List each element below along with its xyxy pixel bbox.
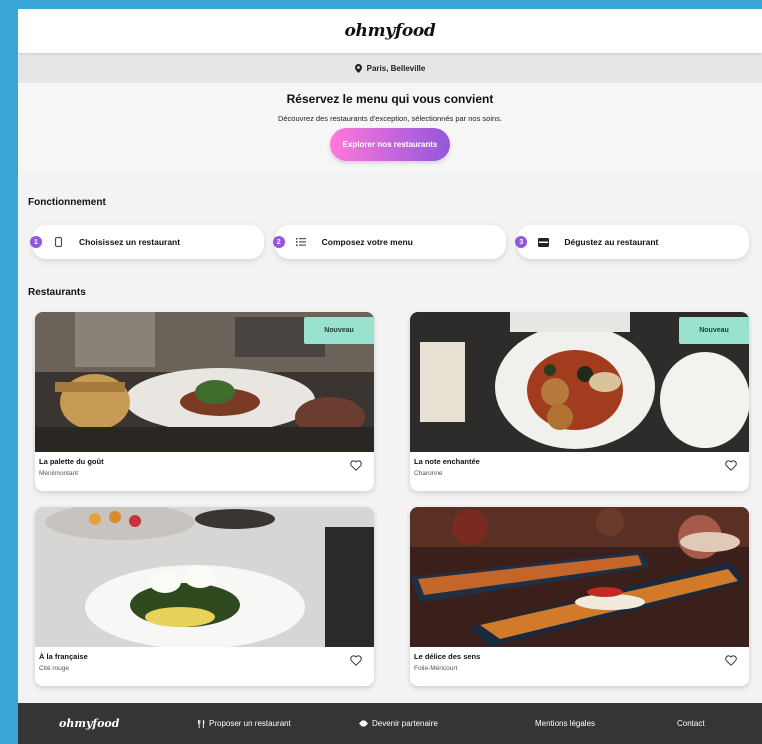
- restaurant-name: La note enchantée: [414, 457, 480, 466]
- restaurant-info: La note enchantée Charonne: [410, 452, 749, 482]
- restaurant-card[interactable]: À la française Cité rouge: [35, 507, 374, 686]
- heart-icon[interactable]: [725, 655, 737, 666]
- dish-icon: [537, 237, 549, 247]
- footer-link-label: Mentions légales: [535, 719, 596, 728]
- hero-title: Réservez le menu qui vous convient: [286, 92, 494, 106]
- restaurant-area: Ménilmontant: [39, 470, 79, 477]
- restaurant-photo: Nouveau: [35, 312, 374, 452]
- map-pin-icon: [354, 63, 362, 73]
- site-footer: ohmyfood Proposer un restaurant Devenir …: [18, 703, 762, 744]
- restaurant-card[interactable]: Le délice des sens Folie-Méricourt: [410, 507, 749, 686]
- restaurant-area: Folie-Méricourt: [414, 665, 458, 672]
- restaurant-photo: [410, 507, 749, 647]
- hero-section: Réservez le menu qui vous convient Décou…: [18, 83, 762, 173]
- list-icon: [295, 238, 307, 246]
- step-number: 3: [515, 236, 528, 248]
- step-number: 1: [30, 236, 42, 248]
- phone-icon: [52, 237, 64, 247]
- restaurant-photo: Nouveau: [410, 312, 749, 452]
- heart-icon[interactable]: [350, 460, 362, 471]
- footer-link-become-partner[interactable]: Devenir partenaire: [359, 719, 438, 728]
- restaurant-area: Charonne: [414, 470, 443, 477]
- location-bar: Paris, Belleville: [18, 53, 762, 83]
- how-it-works-title: Fonctionnement: [28, 197, 106, 208]
- footer-link-contact[interactable]: Contact: [677, 719, 705, 728]
- step-label: Choisissez un restaurant: [79, 237, 181, 247]
- restaurant-info: Le délice des sens Folie-Méricourt: [410, 647, 749, 677]
- site-header: ohmyfood: [18, 9, 762, 53]
- restaurants-section: Restaurants Nouveau La palette du goût M…: [18, 259, 762, 686]
- step-compose-menu: 2 Composez votre menu: [272, 225, 507, 259]
- step-label: Composez votre menu: [321, 237, 413, 247]
- footer-link-label: Contact: [677, 719, 705, 728]
- new-badge: Nouveau: [304, 317, 374, 344]
- heart-icon[interactable]: [350, 655, 362, 666]
- page: ohmyfood Paris, Belleville Réservez le m…: [18, 9, 762, 744]
- site-logo[interactable]: ohmyfood: [344, 21, 435, 41]
- explore-restaurants-button[interactable]: Explorer nos restaurants: [330, 128, 450, 161]
- new-badge: Nouveau: [679, 317, 749, 344]
- step-label: Dégustez au restaurant: [564, 237, 659, 247]
- restaurant-grid: Nouveau La palette du goût Ménilmontant: [18, 312, 762, 686]
- handshake-icon: [359, 720, 368, 727]
- heart-icon[interactable]: [725, 460, 737, 471]
- restaurant-area: Cité rouge: [39, 665, 69, 672]
- footer-link-legal-notice[interactable]: Mentions légales: [535, 719, 595, 728]
- location-text: Paris, Belleville: [366, 63, 426, 73]
- utensils-icon: [198, 719, 205, 728]
- footer-link-label: Devenir partenaire: [372, 719, 438, 728]
- how-it-works-section: Fonctionnement 1 Choisissez un restauran…: [18, 173, 762, 259]
- restaurants-title: Restaurants: [28, 287, 86, 298]
- footer-link-propose-restaurant[interactable]: Proposer un restaurant: [198, 719, 291, 728]
- restaurant-name: Le délice des sens: [414, 652, 481, 661]
- hero-subtitle: Découvrez des restaurants d'exception, s…: [277, 114, 503, 123]
- restaurant-name: À la française: [39, 652, 88, 661]
- footer-logo[interactable]: ohmyfood: [59, 717, 119, 730]
- restaurant-photo: [35, 507, 374, 647]
- restaurant-info: À la française Cité rouge: [35, 647, 374, 677]
- steps-list: 1 Choisissez un restaurant 2 Composez vo…: [18, 225, 762, 259]
- restaurant-card[interactable]: Nouveau La palette du goût Ménilmontant: [35, 312, 374, 491]
- step-choose-restaurant: 1 Choisissez un restaurant: [30, 225, 264, 259]
- restaurant-card[interactable]: Nouveau La note enchantée Charonne: [410, 312, 749, 491]
- restaurant-info: La palette du goût Ménilmontant: [35, 452, 374, 482]
- step-enjoy-meal: 3 Dégustez au restaurant: [515, 225, 750, 259]
- step-number: 2: [272, 236, 285, 248]
- restaurant-name: La palette du goût: [39, 457, 104, 466]
- footer-link-label: Proposer un restaurant: [209, 719, 291, 728]
